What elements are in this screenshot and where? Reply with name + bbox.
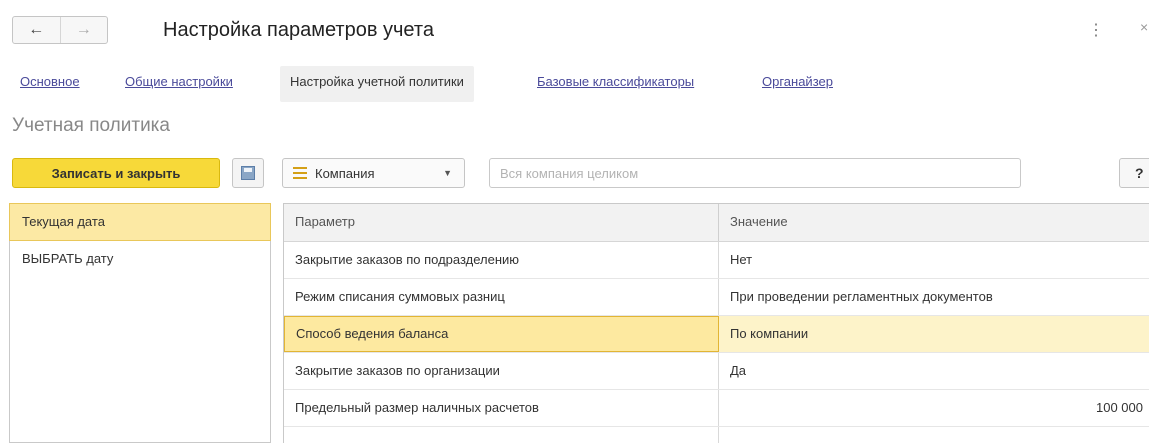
page-title: Настройка параметров учета	[163, 19, 434, 41]
floppy-disk-icon	[241, 166, 255, 180]
param-cell: Способ ведения баланса	[284, 316, 719, 352]
scope-select-value: Компания	[315, 165, 375, 181]
table-row-empty[interactable]	[284, 427, 1149, 443]
value-cell: При проведении регламентных документов	[730, 289, 993, 304]
back-arrow-icon[interactable]: ←	[13, 17, 60, 43]
save-and-close-button[interactable]: Записать и закрыть	[12, 158, 220, 188]
column-header-param[interactable]: Параметр	[284, 204, 719, 241]
tab-osnovnoe[interactable]: Основное	[20, 66, 80, 102]
table-header: Параметр Значение	[284, 204, 1149, 242]
list-icon	[293, 167, 307, 179]
value-cell: Нет	[730, 252, 753, 267]
help-button[interactable]: ?	[1119, 158, 1149, 188]
tab-base-classifiers[interactable]: Базовые классификаторы	[537, 66, 694, 102]
date-list: Текущая дата ВЫБРАТЬ дату	[9, 203, 271, 443]
scope-select[interactable]: Компания ▼	[282, 158, 465, 188]
forward-arrow-icon[interactable]: →	[59, 17, 108, 43]
table-row[interactable]: Предельный размер наличных расчетов 100 …	[284, 390, 1149, 427]
value-cell: По компании	[730, 326, 809, 341]
table-row[interactable]: Закрытие заказов по подразделению Нет	[284, 242, 1149, 279]
tab-organizer[interactable]: Органайзер	[762, 66, 833, 102]
chevron-down-icon: ▼	[443, 168, 452, 178]
table-row-selected[interactable]: Способ ведения баланса По компании	[284, 316, 1149, 353]
param-cell: Предельный размер наличных расчетов	[284, 390, 719, 426]
param-cell: Режим списания суммовых разниц	[284, 279, 719, 315]
parameters-table: Параметр Значение Закрытие заказов по по…	[283, 203, 1149, 443]
close-icon[interactable]: ×	[1140, 19, 1148, 35]
section-title: Учетная политика	[12, 115, 170, 136]
table-row[interactable]: Режим списания суммовых разниц При прове…	[284, 279, 1149, 316]
list-item-choose-date[interactable]: ВЫБРАТЬ дату	[10, 241, 270, 277]
value-cell: 100 000	[1096, 400, 1143, 415]
navigation-buttons: ← →	[12, 16, 108, 44]
column-header-value[interactable]: Значение	[719, 204, 1149, 241]
save-button[interactable]	[232, 158, 264, 188]
tab-accounting-policy[interactable]: Настройка учетной политики	[280, 66, 474, 102]
tab-general-settings[interactable]: Общие настройки	[125, 66, 233, 102]
list-item-current-date[interactable]: Текущая дата	[9, 203, 271, 241]
table-row[interactable]: Закрытие заказов по организации Да	[284, 353, 1149, 390]
param-cell-empty	[284, 427, 719, 443]
value-cell-empty	[719, 427, 1149, 443]
param-cell: Закрытие заказов по организации	[284, 353, 719, 389]
scope-filter-input[interactable]	[489, 158, 1021, 188]
param-cell: Закрытие заказов по подразделению	[284, 242, 719, 278]
value-cell: Да	[730, 363, 747, 378]
more-menu-icon[interactable]: ⋮	[1088, 20, 1104, 40]
